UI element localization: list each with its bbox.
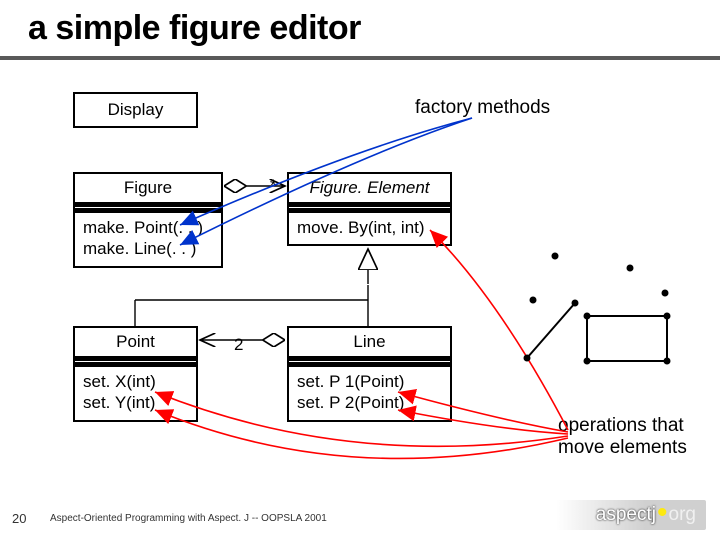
class-name: Point	[75, 328, 196, 356]
uml-class-figure-element: Figure. Element move. By(int, int)	[287, 172, 452, 246]
logo-text-aspectj: aspectj	[596, 504, 656, 526]
class-ops: move. By(int, int)	[289, 208, 450, 244]
footer-text: Aspect-Oriented Programming with Aspect.…	[50, 513, 327, 524]
multiplicity-star: *	[270, 176, 277, 196]
title-bar: a simple figure editor	[0, 0, 720, 60]
class-ops: make. Point(. . ) make. Line(. . )	[75, 208, 221, 266]
note-move-operations: operations that move elements	[558, 415, 708, 459]
page-title: a simple figure editor	[28, 9, 361, 48]
op: set. Y(int)	[83, 392, 188, 413]
op: set. P 2(Point)	[297, 392, 442, 413]
uml-class-point: Point set. X(int) set. Y(int)	[73, 326, 198, 422]
class-name: Figure. Element	[289, 174, 450, 202]
note-factory-methods: factory methods	[415, 97, 550, 119]
aspectj-logo: aspectj•org	[556, 500, 706, 530]
class-ops: set. P 1(Point) set. P 2(Point)	[289, 362, 450, 420]
op: make. Point(. . )	[83, 217, 213, 238]
class-ops: set. X(int) set. Y(int)	[75, 362, 196, 420]
class-name: Display	[75, 94, 196, 126]
uml-class-figure: Figure make. Point(. . ) make. Line(. . …	[73, 172, 223, 268]
op: move. By(int, int)	[297, 217, 442, 238]
uml-class-display: Display	[73, 92, 198, 128]
class-name: Line	[289, 328, 450, 356]
multiplicity-two: 2	[234, 335, 243, 355]
logo-text-org: org	[669, 504, 696, 526]
op: set. P 1(Point)	[297, 371, 442, 392]
class-name: Figure	[75, 174, 221, 202]
op: set. X(int)	[83, 371, 188, 392]
page-number: 20	[12, 511, 26, 526]
illustration-figures	[515, 238, 680, 368]
op: make. Line(. . )	[83, 238, 213, 259]
uml-class-line: Line set. P 1(Point) set. P 2(Point)	[287, 326, 452, 422]
